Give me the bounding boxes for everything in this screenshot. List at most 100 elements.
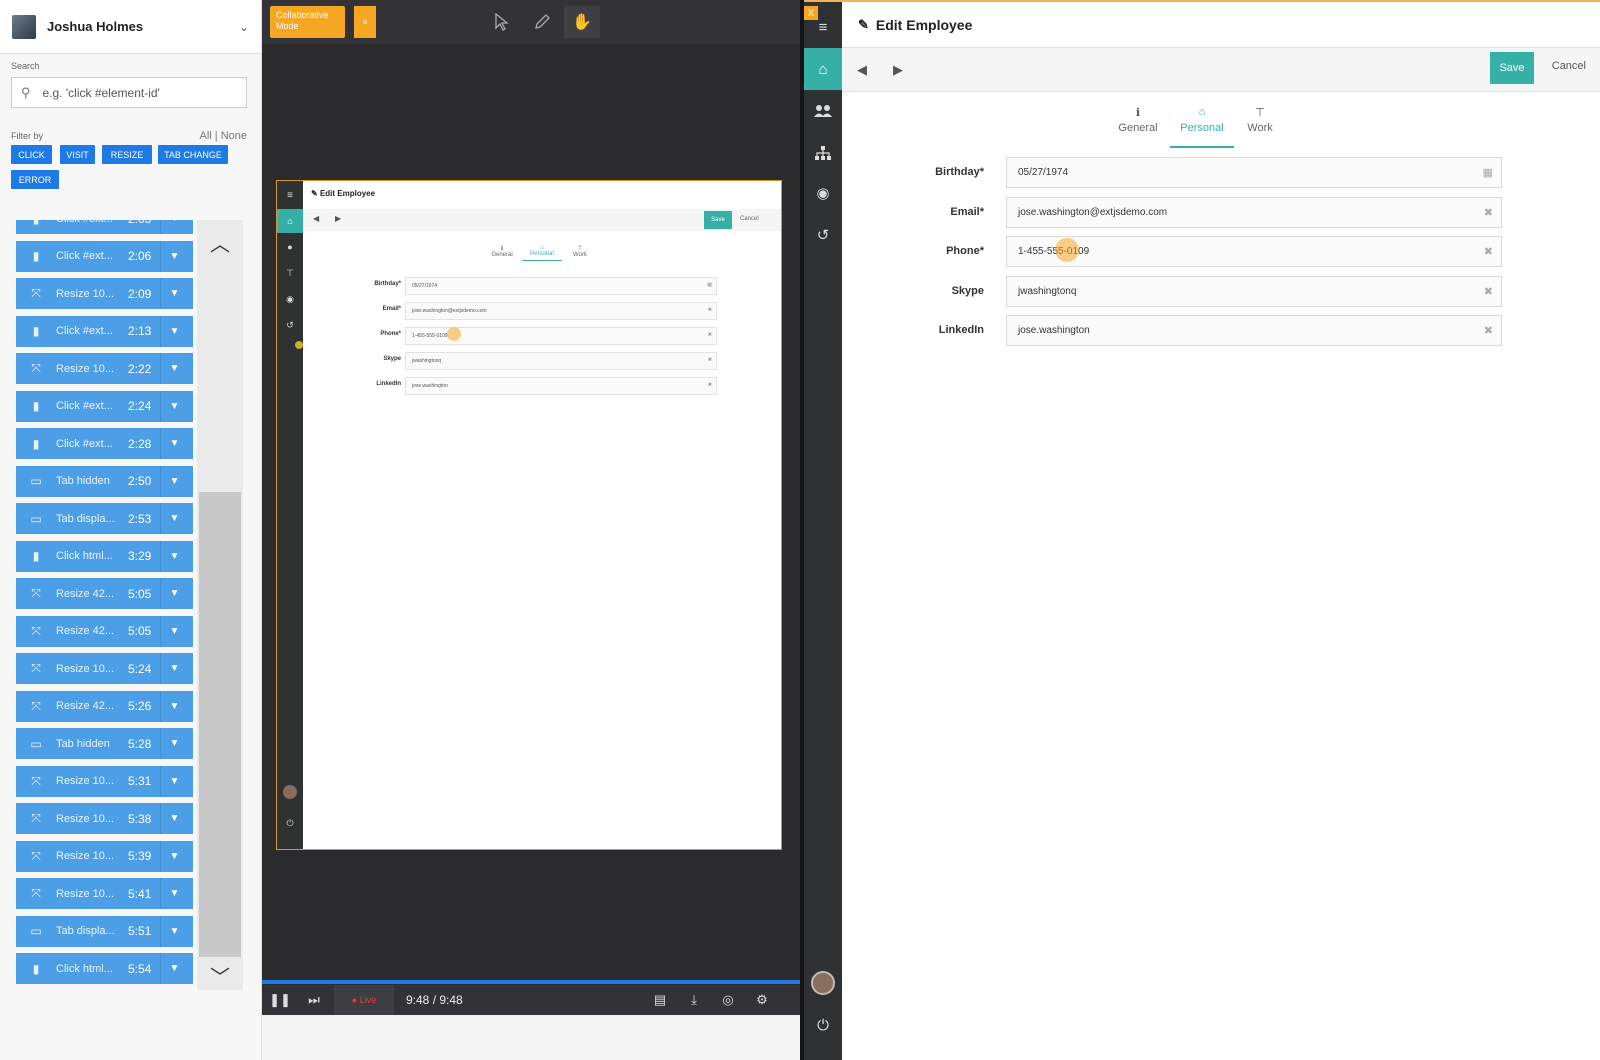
skip-forward-icon[interactable]: ⏭	[298, 985, 330, 1015]
chevron-down-icon[interactable]: ▼	[160, 878, 188, 909]
cancel-button[interactable]: Cancel	[1552, 60, 1586, 72]
console-icon[interactable]: ▤	[644, 985, 676, 1015]
chevron-down-icon[interactable]: ▼	[160, 690, 188, 722]
chevron-down-icon[interactable]: ▼	[160, 390, 188, 422]
chevron-down-icon[interactable]: ▼	[160, 503, 188, 534]
tab-general[interactable]: ℹ General	[1106, 100, 1170, 148]
save-button[interactable]: Save	[1490, 52, 1534, 84]
field-input[interactable]: jwashingtonq ✖	[1006, 275, 1502, 307]
event-item[interactable]: ▮Click #ext...2:03▼	[16, 220, 193, 234]
settings-gear-icon[interactable]: ⚙	[746, 985, 778, 1015]
mini-cursor-indicator	[447, 327, 461, 341]
event-item[interactable]: ⤧ Resize 10... 5:39 ▼	[16, 840, 193, 872]
event-label: Resize 10...	[56, 887, 115, 900]
tab-personal[interactable]: ⌂ Personal	[1170, 100, 1234, 148]
chevron-down-icon[interactable]: ▼	[160, 615, 188, 647]
chevron-down-icon[interactable]: ▼	[160, 353, 188, 384]
chevron-down-icon[interactable]: ▼	[160, 728, 188, 759]
event-item[interactable]: ▭ Tab displa... 5:51 ▼	[16, 915, 193, 947]
pointer-tool-icon[interactable]	[484, 6, 520, 38]
collaborative-mode-badge[interactable]: Collaborative Mode	[270, 6, 345, 38]
pause-icon[interactable]: ❚❚	[264, 985, 296, 1015]
event-time: 2:09	[128, 286, 152, 301]
clear-icon[interactable]: ✖	[1484, 285, 1493, 298]
chevron-down-icon[interactable]: ▼	[160, 653, 188, 684]
event-item[interactable]: ⤧ Resize 42... 5:05 ▼	[16, 615, 193, 647]
field-input[interactable]: jose.washington ✖	[1006, 315, 1502, 346]
scroll-thumb[interactable]	[199, 492, 241, 957]
calendar-icon[interactable]: ▦	[1483, 166, 1493, 179]
event-item[interactable]: ⤧ Resize 42... 5:26 ▼	[16, 690, 193, 722]
mouse-icon: ▮	[32, 324, 40, 338]
field-input[interactable]: 05/27/1974 ▦	[1006, 157, 1502, 188]
chevron-down-icon[interactable]: ▼	[160, 220, 188, 234]
download-icon[interactable]: ⤓	[678, 985, 710, 1015]
event-item[interactable]: ⤧ Resize 10... 2:09 ▼	[16, 278, 193, 309]
mini-title: ✎ Edit Employee	[311, 189, 376, 198]
search-input[interactable]	[42, 85, 233, 100]
event-item[interactable]: ⤧ Resize 10... 5:41 ▼	[16, 878, 193, 909]
user-selector[interactable]: Joshua Holmes ⌄	[0, 0, 261, 54]
chevron-down-icon[interactable]: ▼	[160, 240, 188, 272]
page-title: Edit Employee	[875, 16, 973, 33]
mini-forward-icon: ▶	[335, 214, 342, 223]
forward-arrow-icon[interactable]: ▶	[888, 60, 908, 80]
event-item[interactable]: ⤧ Resize 42... 5:05 ▼	[16, 578, 193, 609]
chevron-down-icon[interactable]: ▼	[160, 578, 188, 609]
pencil-tool-icon[interactable]	[524, 6, 560, 38]
chevron-down-icon[interactable]: ▼	[160, 278, 188, 309]
hand-tool-icon[interactable]: ✋	[564, 6, 600, 38]
filter-chip-error[interactable]: ERROR	[11, 170, 59, 189]
mini-menu-icon: ≡	[287, 189, 293, 201]
chevron-down-icon[interactable]: ﹀	[197, 957, 243, 993]
chevron-down-icon[interactable]: ▼	[160, 803, 188, 834]
chevron-down-icon[interactable]: ▼	[160, 840, 188, 872]
event-item[interactable]: ⤧ Resize 10... 5:31 ▼	[16, 765, 193, 797]
chevron-down-icon[interactable]: ▼	[160, 465, 188, 497]
event-item[interactable]: ▭ Tab hidden 5:28 ▼	[16, 728, 193, 759]
field-input[interactable]: jose.washington@extjsdemo.com ✖	[1006, 196, 1502, 228]
tab-work[interactable]: ⊤ Work	[1228, 100, 1292, 148]
event-item[interactable]: ▭ Tab displa... 2:53 ▼	[16, 503, 193, 534]
chevron-down-icon[interactable]: ▼	[160, 428, 188, 459]
event-item[interactable]: ⤧ Resize 10... 5:38 ▼	[16, 803, 193, 834]
chevron-down-icon[interactable]: ▼	[160, 915, 188, 947]
chevron-down-icon[interactable]: ▼	[160, 315, 188, 347]
home-icon[interactable]: ⌂	[804, 48, 842, 90]
event-item[interactable]: ▮ Click html... 5:54 ▼	[16, 953, 193, 984]
event-item[interactable]: ▮ Click html... 3:29 ▼	[16, 540, 193, 572]
playback-progress[interactable]	[262, 980, 800, 984]
event-item[interactable]: ▮ Click #ext... 2:28 ▼	[16, 428, 193, 459]
event-list-scrollbar[interactable]: ︿ ﹀	[197, 220, 243, 990]
mini-history-icon: ↺	[286, 319, 294, 330]
event-item[interactable]: ▮ Click #ext... 2:13 ▼	[16, 315, 193, 347]
filter-chip-tab-change[interactable]: TAB CHANGE	[158, 145, 228, 164]
live-badge[interactable]: ● Live	[334, 985, 394, 1015]
chevron-down-icon[interactable]: ▼	[160, 540, 188, 572]
event-item[interactable]: ▮ Click #ext... 2:06 ▼	[16, 240, 193, 272]
back-arrow-icon[interactable]: ◀	[852, 60, 872, 80]
all-none-toggle[interactable]: All | None	[200, 130, 248, 142]
close-pane-button[interactable]: X	[804, 6, 818, 20]
chevron-down-icon[interactable]: ▼	[160, 765, 188, 797]
clear-icon[interactable]: ✖	[1484, 245, 1493, 258]
filter-chip-click[interactable]: CLICK	[11, 145, 52, 164]
clear-icon[interactable]: ✖	[1484, 324, 1493, 337]
power-icon[interactable]: ⏻	[804, 1004, 842, 1046]
field-input[interactable]: 1-455-555-0109 ✖	[1006, 236, 1502, 267]
chevron-up-icon[interactable]: ︿	[197, 224, 243, 260]
event-item[interactable]: ▭ Tab hidden 2:50 ▼	[16, 465, 193, 497]
profile-avatar[interactable]	[804, 962, 842, 1004]
chevron-down-icon[interactable]: ▼	[160, 953, 188, 984]
event-item[interactable]: ⤧ Resize 10... 2:22 ▼	[16, 353, 193, 384]
eye-icon[interactable]: ◎	[712, 985, 744, 1015]
filter-chip-resize[interactable]: RESIZE	[102, 145, 152, 164]
search-field[interactable]: ⚲	[11, 77, 247, 108]
collab-close-button[interactable]: ×	[354, 6, 376, 38]
event-list: ▮Click #ext...2:03▼ ▮Click #ext...2:06▼ ⤧R…	[11, 220, 193, 1010]
event-item[interactable]: ⤧ Resize 10... 5:24 ▼	[16, 653, 193, 684]
chevron-down-icon[interactable]: ⌄	[239, 20, 249, 34]
event-item[interactable]: ▮ Click #ext... 2:24 ▼	[16, 390, 193, 422]
clear-icon[interactable]: ✖	[1484, 206, 1493, 219]
filter-chip-visit[interactable]: VISIT	[60, 145, 95, 164]
